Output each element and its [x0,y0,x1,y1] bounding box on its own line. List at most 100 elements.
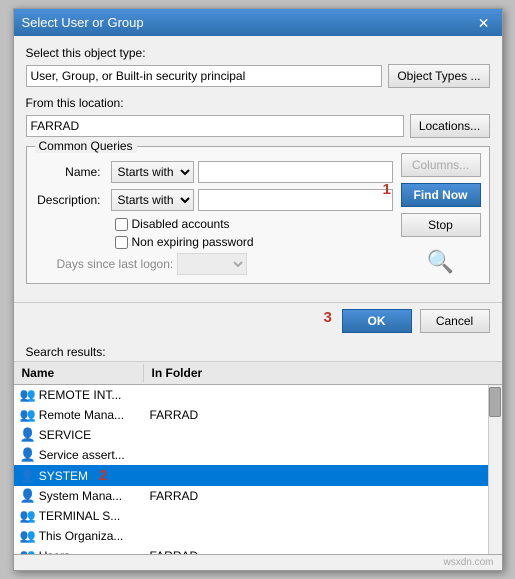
table-row[interactable]: 👤System Mana...FARRAD [14,486,502,506]
close-button[interactable]: ✕ [474,16,494,30]
columns-button[interactable]: Columns... [401,153,481,177]
column-name: Name [14,364,144,382]
location-input[interactable] [26,115,404,137]
find-now-button[interactable]: Find Now [401,183,481,207]
search-results-label: Search results: [14,341,502,361]
result-name-cell: 👥REMOTE INT... [14,386,144,404]
table-row[interactable]: 👤SYSTEM 2 [14,465,502,486]
table-row[interactable]: 👥REMOTE INT... [14,385,502,405]
result-folder-cell: FARRAD [144,488,502,504]
result-folder-cell: FARRAD [144,407,502,423]
object-type-row: Object Types ... [26,64,490,88]
user-icon: 👥 [20,548,36,555]
key-icon: 🔍 [427,249,454,275]
result-name-cell: 👥Users [14,547,144,555]
result-folder-cell [144,454,502,456]
name-query-label: Name: [35,165,107,179]
user-icon: 👥 [20,508,36,524]
result-name: TERMINAL S... [39,509,121,523]
non-expiring-label: Non expiring password [132,235,254,249]
result-name: REMOTE INT... [39,388,122,402]
result-folder-cell: FARRAD [144,548,502,555]
result-name-cell: 👤Service assert... [14,446,144,464]
dialog-title: Select User or Group [22,15,144,30]
result-name-cell: 👤SYSTEM 2 [14,466,144,485]
result-folder-cell [144,535,502,537]
key-icon-wrapper: 🔍 [401,249,481,275]
result-name: Remote Mana... [39,408,124,422]
disabled-accounts-label: Disabled accounts [132,217,230,231]
days-label: Days since last logon: [57,257,174,271]
table-row[interactable]: 👥TERMINAL S... [14,506,502,526]
description-query-label: Description: [35,193,107,207]
results-header: Name In Folder [14,362,502,385]
user-icon: 👤 [20,468,36,484]
ok-cancel-row: 3 OK Cancel [14,302,502,341]
result-name-cell: 👥Remote Mana... [14,406,144,424]
non-expiring-checkbox[interactable] [115,236,128,249]
days-row: Days since last logon: [57,253,393,275]
table-row[interactable]: 👤SERVICE [14,425,502,445]
result-name: Users [39,549,70,555]
result-name-cell: 👤SERVICE [14,426,144,444]
results-table: Name In Folder 👥REMOTE INT...👥Remote Man… [14,361,502,555]
user-icon: 👤 [20,427,36,443]
locations-button[interactable]: Locations... [410,114,490,138]
result-folder-cell [144,515,502,517]
common-queries-group: Common Queries Name: Starts with Descrip… [26,146,490,284]
common-queries-tab[interactable]: Common Queries [35,139,137,153]
result-folder-cell [144,394,502,396]
user-icon: 👥 [20,407,36,423]
result-name-cell: 👥TERMINAL S... [14,507,144,525]
badge-2: 2 [99,467,107,484]
query-content: Name: Starts with Description: Starts wi… [35,153,481,275]
result-name: SYSTEM [39,469,88,483]
table-row[interactable]: 👥UsersFARRAD [14,546,502,555]
select-user-dialog: Select User or Group ✕ Select this objec… [13,8,503,571]
non-expiring-row: Non expiring password [115,235,393,249]
badge-3: 3 [324,309,332,326]
result-folder-cell [144,434,502,436]
disabled-accounts-row: Disabled accounts [115,217,393,231]
badge-1: 1 [383,181,393,198]
result-name-cell: 👤System Mana... [14,487,144,505]
ok-button[interactable]: OK [342,309,412,333]
name-query-row: Name: Starts with [35,161,393,183]
right-buttons: Columns... 1 Find Now Stop 🔍 [401,153,481,275]
result-name: This Organiza... [39,529,124,543]
disabled-accounts-checkbox[interactable] [115,218,128,231]
result-name-cell: 👥This Organiza... [14,527,144,545]
name-query-input[interactable] [198,161,393,183]
user-icon: 👤 [20,488,36,504]
results-list[interactable]: 👥REMOTE INT...👥Remote Mana...FARRAD👤SERV… [14,385,502,555]
name-filter-select[interactable]: Starts with [111,161,194,183]
column-folder: In Folder [144,364,502,382]
object-type-label: Select this object type: [26,46,490,60]
user-icon: 👥 [20,387,36,403]
find-now-wrapper: 1 Find Now [401,183,481,207]
result-name: SERVICE [39,428,91,442]
location-row: Locations... [26,114,490,138]
result-folder-cell [144,475,502,477]
query-fields: Name: Starts with Description: Starts wi… [35,153,393,275]
description-query-input[interactable] [198,189,393,211]
user-icon: 👤 [20,447,36,463]
dialog-body: Select this object type: Object Types ..… [14,36,502,302]
object-type-input[interactable] [26,65,383,87]
location-label: From this location: [26,96,490,110]
days-select[interactable] [177,253,247,275]
description-filter-select[interactable]: Starts with [111,189,194,211]
result-name: System Mana... [39,489,122,503]
result-name: Service assert... [39,448,125,462]
table-row[interactable]: 👤Service assert... [14,445,502,465]
cancel-button[interactable]: Cancel [420,309,490,333]
table-row[interactable]: 👥Remote Mana...FARRAD [14,405,502,425]
scrollbar[interactable] [488,385,502,554]
stop-button[interactable]: Stop [401,213,481,237]
user-icon: 👥 [20,528,36,544]
description-query-row: Description: Starts with [35,189,393,211]
watermark: wsxdn.com [14,555,502,570]
title-bar: Select User or Group ✕ [14,9,502,36]
object-types-button[interactable]: Object Types ... [388,64,489,88]
table-row[interactable]: 👥This Organiza... [14,526,502,546]
